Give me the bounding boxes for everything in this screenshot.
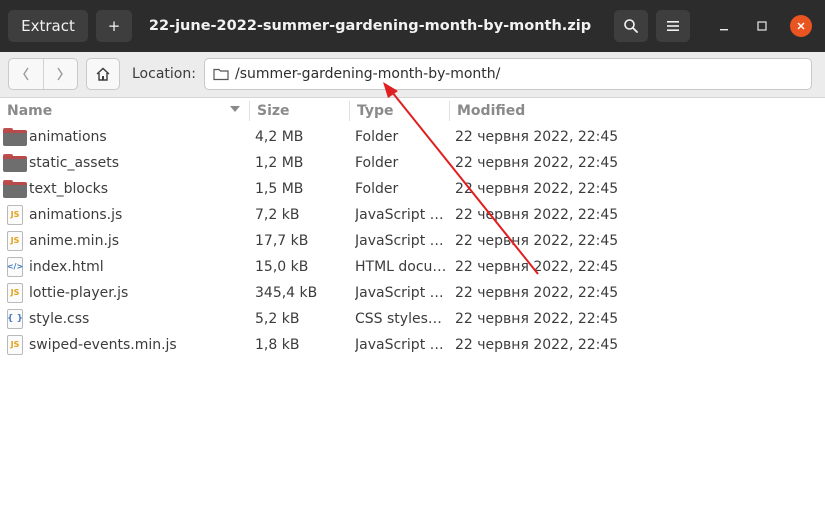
column-type[interactable]: Type [357,98,394,124]
file-type: CSS stylesh… [355,311,447,327]
file-size: 7,2 kB [255,207,300,223]
file-size: 1,2 MB [255,155,304,171]
column-separator[interactable] [449,101,450,121]
list-item[interactable]: animations 4,2 MB Folder 22 червня 2022,… [0,124,825,150]
file-modified: 22 червня 2022, 22:45 [455,181,619,197]
add-files-button[interactable]: + [96,10,132,42]
folder-icon [3,176,27,202]
column-name[interactable]: Name [7,98,247,124]
file-name: index.html [29,259,104,275]
file-type: Folder [355,181,399,197]
home-button[interactable] [86,58,120,90]
close-button[interactable] [790,15,812,37]
list-item[interactable]: </> index.html 15,0 kB HTML docu… 22 чер… [0,254,825,280]
list-item[interactable]: text_blocks 1,5 MB Folder 22 червня 2022… [0,176,825,202]
file-type: JavaScript … [355,207,444,223]
file-name: swiped-events.min.js [29,337,177,353]
minimize-button[interactable] [714,16,734,36]
back-button[interactable] [9,59,43,89]
javascript-file-icon: JS [3,332,27,358]
javascript-file-icon: JS [3,280,27,306]
file-size: 1,5 MB [255,181,304,197]
javascript-file-icon: JS [3,202,27,228]
file-modified: 22 червня 2022, 22:45 [455,337,619,353]
location-field[interactable]: /summer-gardening-month-by-month/ [204,58,812,90]
html-file-icon: </> [3,254,27,280]
file-name: animations [29,129,107,145]
file-modified: 22 червня 2022, 22:45 [455,285,619,301]
file-modified: 22 червня 2022, 22:45 [455,311,619,327]
chevron-left-icon [22,67,29,81]
file-modified: 22 червня 2022, 22:45 [455,233,619,249]
file-type: Folder [355,129,399,145]
navigation-group [8,58,78,90]
file-name: static_assets [29,155,120,171]
search-icon [624,19,638,33]
minimize-icon [720,29,728,31]
column-separator[interactable] [349,101,350,121]
file-list: animations 4,2 MB Folder 22 червня 2022,… [0,124,825,358]
file-size: 17,7 kB [255,233,309,249]
column-size[interactable]: Size [257,98,290,124]
maximize-icon [757,21,767,31]
sort-descending-icon [230,106,240,112]
file-modified: 22 червня 2022, 22:45 [455,129,619,145]
close-icon [797,22,805,30]
list-item[interactable]: static_assets 1,2 MB Folder 22 червня 20… [0,150,825,176]
list-item[interactable]: JS animations.js 7,2 kB JavaScript … 22 … [0,202,825,228]
file-size: 345,4 kB [255,285,318,301]
javascript-file-icon: JS [3,228,27,254]
file-modified: 22 червня 2022, 22:45 [455,155,619,171]
column-modified[interactable]: Modified [457,98,525,124]
forward-button[interactable] [42,59,78,89]
file-type: Folder [355,155,399,171]
css-file-icon: { } [3,306,27,332]
column-separator[interactable] [249,101,250,121]
column-header: Name Size Type Modified [0,98,825,124]
file-name: style.css [29,311,90,327]
folder-icon [213,68,229,81]
list-item[interactable]: JS swiped-events.min.js 1,8 kB JavaScrip… [0,332,825,358]
file-name: anime.min.js [29,233,120,249]
location-path: /summer-gardening-month-by-month/ [235,66,501,82]
list-item[interactable]: { } style.css 5,2 kB CSS stylesh… 22 чер… [0,306,825,332]
file-size: 4,2 MB [255,129,304,145]
file-type: HTML docu… [355,259,447,275]
menu-button[interactable] [656,10,690,42]
file-name: text_blocks [29,181,109,197]
file-modified: 22 червня 2022, 22:45 [455,207,619,223]
extract-button[interactable]: Extract [8,10,88,42]
file-name: animations.js [29,207,123,223]
hamburger-menu-icon [667,21,679,31]
window-title: 22-june-2022-summer-gardening-month-by-m… [148,18,592,34]
list-item[interactable]: JS anime.min.js 17,7 kB JavaScript … 22 … [0,228,825,254]
maximize-button[interactable] [752,16,772,36]
folder-icon [3,150,27,176]
file-modified: 22 червня 2022, 22:45 [455,259,619,275]
chevron-right-icon [57,67,64,81]
file-type: JavaScript … [355,337,444,353]
file-size: 1,8 kB [255,337,300,353]
location-label: Location: [132,66,196,82]
list-item[interactable]: JS lottie-player.js 345,4 kB JavaScript … [0,280,825,306]
file-type: JavaScript … [355,233,444,249]
file-name: lottie-player.js [29,285,129,301]
file-type: JavaScript … [355,285,444,301]
header-bar: Extract + 22-june-2022-summer-gardening-… [0,0,825,52]
location-bar: Location: /summer-gardening-month-by-mon… [0,52,825,98]
home-icon [96,67,110,81]
folder-icon [3,124,27,150]
file-size: 5,2 kB [255,311,300,327]
search-button[interactable] [614,10,648,42]
file-size: 15,0 kB [255,259,309,275]
